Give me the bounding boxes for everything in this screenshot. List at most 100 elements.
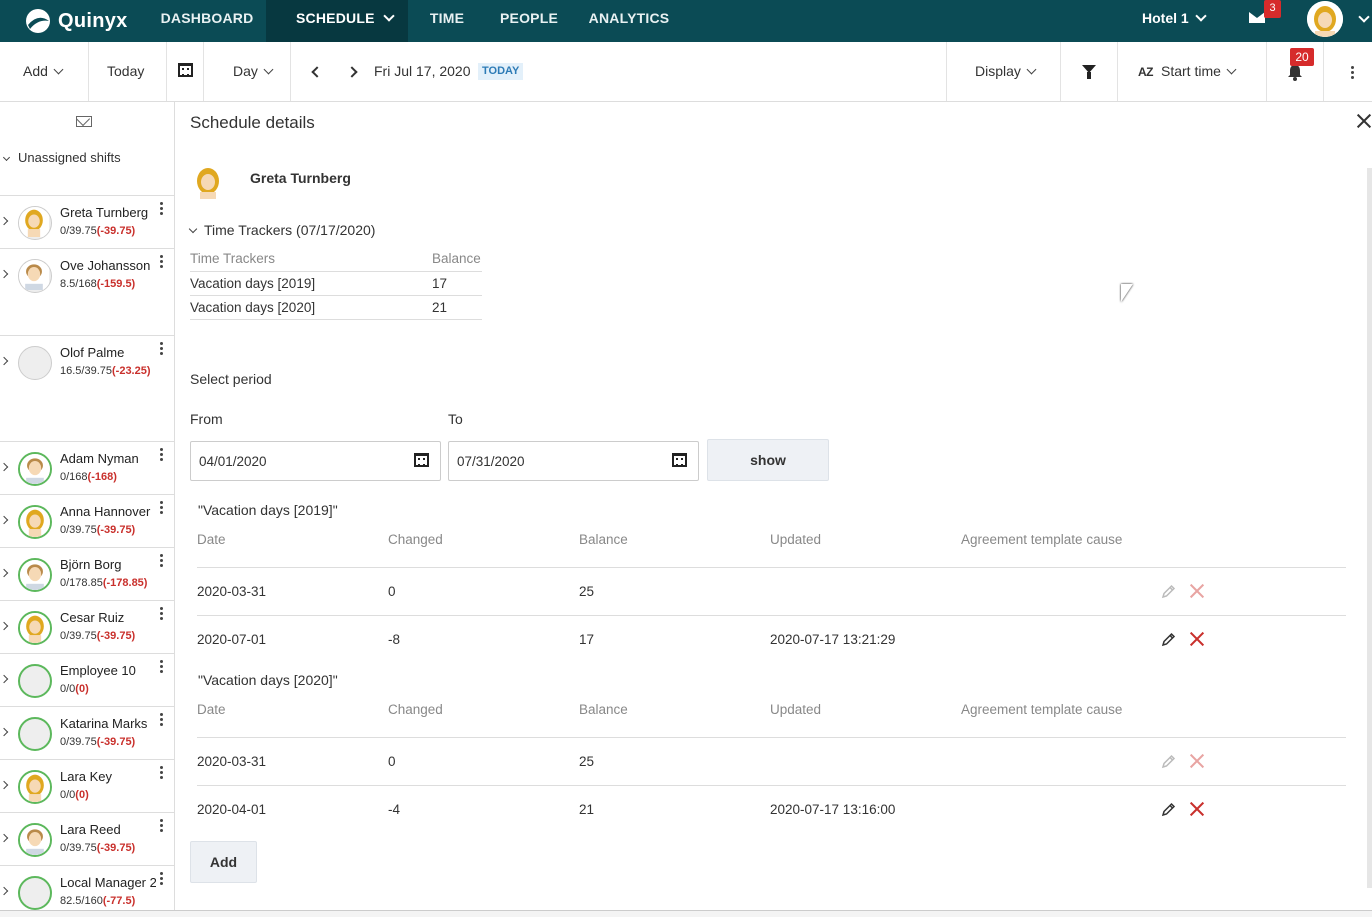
quinyx-logo[interactable]: Quinyx: [24, 5, 128, 37]
user-avatar[interactable]: [1307, 1, 1343, 37]
from-date-input[interactable]: [190, 441, 441, 481]
chevron-right-icon[interactable]: [0, 727, 9, 737]
employee-row[interactable]: Lara Reed 0/39.75(-39.75): [0, 812, 174, 865]
employee-hours: 0/0(0): [60, 683, 89, 695]
delete-icon[interactable]: [1189, 631, 1205, 647]
employee-name: Local Manager 2: [60, 875, 156, 890]
nav-people[interactable]: PEOPLE: [490, 0, 568, 42]
mail-icon[interactable]: [76, 116, 92, 127]
employee-row[interactable]: Cesar Ruiz 0/39.75(-39.75): [0, 600, 174, 653]
view-dropdown[interactable]: Day: [233, 42, 274, 101]
tracker-detail-table: Date Changed Balance Updated Agreement templ…: [197, 529, 1346, 663]
pencil-icon: [1161, 754, 1176, 768]
display-dropdown[interactable]: Display: [975, 42, 1037, 101]
row-changed: -4: [388, 801, 401, 817]
delete-icon[interactable]: [1189, 801, 1205, 817]
employee-row[interactable]: Katarina Marks 0/39.75(-39.75): [0, 706, 174, 759]
chevron-right-icon[interactable]: [0, 568, 9, 578]
display-label: Display: [975, 63, 1021, 79]
chevron-right-icon[interactable]: [0, 886, 9, 896]
employee-row[interactable]: Olof Palme 16.5/39.75(-23.25): [0, 335, 174, 441]
more-options-button[interactable]: [1351, 42, 1354, 101]
avatar: [18, 259, 52, 293]
employee-name: Anna Hannover: [60, 504, 151, 519]
vertical-dots-icon[interactable]: [160, 660, 163, 663]
unassigned-shifts-toggle[interactable]: Unassigned shifts: [2, 150, 121, 165]
nav-time[interactable]: TIME: [414, 0, 480, 42]
employee-row[interactable]: Lara Key 0/0(0): [0, 759, 174, 812]
chevron-right-icon[interactable]: [0, 674, 9, 684]
calendar-icon[interactable]: [178, 63, 193, 77]
panel-scrollbar[interactable]: [1367, 168, 1372, 888]
vertical-dots-icon[interactable]: [160, 607, 163, 610]
vertical-dots-icon[interactable]: [160, 766, 163, 769]
chevron-right-icon[interactable]: [0, 621, 9, 631]
employee-row[interactable]: Adam Nyman 0/168(-168): [0, 441, 174, 494]
tracker-balance: 21: [432, 295, 482, 320]
vertical-dots-icon[interactable]: [160, 819, 163, 822]
employee-row[interactable]: Anna Hannover 0/39.75(-39.75): [0, 494, 174, 547]
add-dropdown[interactable]: Add: [23, 42, 64, 101]
nav-analytics[interactable]: ANALYTICS: [580, 0, 678, 42]
table-row: 2020-03-31 0 25: [197, 737, 1346, 786]
table-row: Vacation days [2020] 21: [190, 295, 482, 320]
to-date-input[interactable]: [448, 441, 699, 481]
employee-name: Katarina Marks: [60, 716, 148, 731]
nav-dashboard[interactable]: DASHBOARD: [148, 0, 266, 42]
calendar-icon[interactable]: [414, 453, 429, 467]
vertical-dots-icon[interactable]: [160, 713, 163, 716]
employee-row[interactable]: Ove Johansson 8.5/168(-159.5): [0, 248, 174, 335]
prev-day-button[interactable]: [311, 42, 323, 101]
calendar-icon[interactable]: [672, 453, 687, 467]
hours-delta: (0): [75, 789, 89, 801]
chevron-right-icon[interactable]: [0, 216, 9, 226]
avatar: [18, 876, 52, 910]
sort-label: Start time: [1161, 63, 1221, 79]
divider: [946, 42, 947, 101]
chevron-right-icon[interactable]: [0, 462, 9, 472]
chevron-right-icon[interactable]: [0, 356, 9, 366]
chevron-right-icon[interactable]: [0, 833, 9, 843]
show-button[interactable]: show: [707, 439, 829, 481]
current-date[interactable]: Fri Jul 17, 2020: [374, 42, 471, 101]
female-avatar-icon: [1307, 1, 1343, 37]
sort-dropdown[interactable]: AZ Start time: [1138, 42, 1237, 101]
next-day-button[interactable]: [346, 42, 358, 101]
hours-delta: (-39.75): [96, 630, 136, 642]
employee-hours: 16.5/39.75(-23.25): [60, 365, 151, 377]
employee-row[interactable]: Employee 10 0/0(0): [0, 653, 174, 706]
time-trackers-table: Time Trackers Balance Vacation days [201…: [190, 251, 482, 320]
vertical-dots-icon[interactable]: [160, 872, 163, 875]
vertical-dots-icon[interactable]: [160, 501, 163, 504]
today-button[interactable]: Today: [107, 42, 144, 101]
table-row: 2020-03-31 0 25: [197, 567, 1346, 616]
hours-value: 0/39.75: [60, 736, 97, 748]
vertical-dots-icon[interactable]: [160, 448, 163, 451]
vertical-dots-icon[interactable]: [160, 202, 163, 205]
chevron-right-icon: [346, 66, 358, 78]
chevron-right-icon[interactable]: [0, 780, 9, 790]
filter-icon[interactable]: [1082, 65, 1096, 79]
mail-icon[interactable]: [1249, 12, 1265, 23]
chevron-right-icon[interactable]: [0, 269, 9, 279]
time-trackers-toggle[interactable]: Time Trackers (07/17/2020): [188, 222, 375, 238]
hours-delta: (-178.85): [102, 577, 148, 589]
delete-icon[interactable]: [1189, 583, 1205, 599]
hours-delta: (-77.5): [102, 895, 136, 907]
vertical-dots-icon[interactable]: [160, 342, 163, 345]
delete-icon[interactable]: [1189, 753, 1205, 769]
chevron-right-icon[interactable]: [0, 515, 9, 525]
column-header: Agreement template cause: [961, 699, 1161, 738]
row-date: 2020-03-31: [197, 567, 388, 616]
vertical-dots-icon[interactable]: [160, 554, 163, 557]
add-button[interactable]: Add: [190, 841, 257, 883]
employee-row[interactable]: Greta Turnberg 0/39.75(-39.75): [0, 195, 174, 248]
unit-selector[interactable]: Hotel 1: [1142, 0, 1207, 36]
timeline-strip: [0, 910, 1372, 917]
nav-schedule[interactable]: SCHEDULE: [266, 0, 408, 42]
vertical-dots-icon[interactable]: [160, 255, 163, 258]
chevron-down-icon[interactable]: [1358, 11, 1370, 23]
employee-row[interactable]: Björn Borg 0/178.85(-178.85): [0, 547, 174, 600]
divider: [1266, 42, 1267, 101]
close-icon[interactable]: [1355, 112, 1372, 130]
